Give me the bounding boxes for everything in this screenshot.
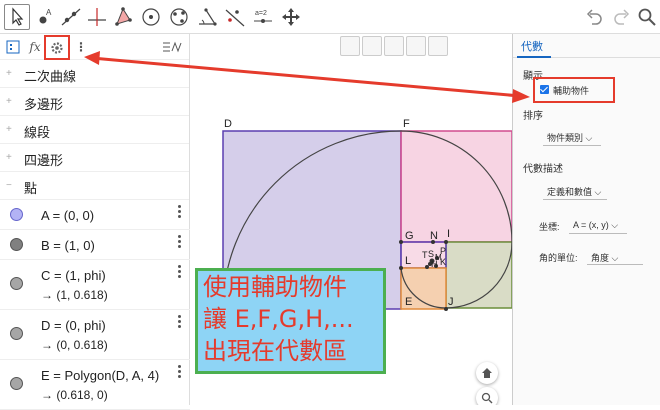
- undo-icon[interactable]: [584, 6, 606, 28]
- point-tool-icon[interactable]: A: [32, 4, 58, 30]
- label-f: F: [403, 118, 410, 130]
- graphics-gear-icon[interactable]: [428, 36, 448, 56]
- category-quadrilateral[interactable]: + 四邊形: [0, 144, 189, 172]
- aux-objects-label: 輔助物件: [553, 86, 590, 96]
- square-polygon-3[interactable]: [445, 241, 512, 309]
- visibility-toggle[interactable]: [10, 238, 23, 251]
- annotation-callout: 使用輔助物件 讓 E,F,G,H,... 出現在代數區: [195, 268, 386, 374]
- coord-label: 坐標:: [539, 222, 560, 232]
- category-conic[interactable]: + 二次曲線: [0, 60, 189, 88]
- visibility-toggle[interactable]: [10, 208, 23, 221]
- polygon-tool-icon[interactable]: [110, 4, 136, 30]
- angle-unit-dropdown[interactable]: 角度: [591, 251, 618, 264]
- list-item[interactable]: C = (1, phi) → (1, 0.618): [0, 260, 190, 310]
- algebra-view: fx ⋮ + 二次曲線 + 多邊形 + 線段 + 四邊形 − 點 A = (0, 0) B…: [0, 34, 190, 410]
- angle-unit-underline: [587, 264, 643, 265]
- svg-text:A: A: [46, 8, 52, 17]
- category-segment[interactable]: + 線段: [0, 116, 189, 144]
- label-e: E: [405, 296, 412, 308]
- square-polygon-2[interactable]: [400, 130, 512, 243]
- angle-tool-icon[interactable]: [194, 4, 220, 30]
- graphics-close-icon[interactable]: [458, 36, 478, 56]
- point-l[interactable]: [399, 266, 403, 270]
- menu-dots-icon[interactable]: ⋮: [72, 38, 90, 56]
- visibility-toggle[interactable]: [10, 277, 23, 290]
- item-menu-icon[interactable]: [178, 314, 182, 330]
- reflect-tool-icon[interactable]: [222, 4, 248, 30]
- slider-tool-icon[interactable]: a=2: [250, 4, 276, 30]
- label-style-icon[interactable]: [406, 36, 426, 56]
- item-menu-icon[interactable]: [178, 234, 182, 250]
- list-item[interactable]: E = Polygon(D, A, 4) → (0.618, 0): [0, 360, 190, 410]
- category-label: 四邊形: [24, 153, 64, 168]
- visibility-toggle[interactable]: [10, 327, 23, 340]
- main-toolbar: A a=2: [0, 0, 660, 34]
- graphics-menu-icon[interactable]: [450, 36, 456, 56]
- callout-line-2: 讓 E,F,G,H,...: [203, 305, 354, 333]
- aux-objects-checkbox[interactable]: [540, 85, 549, 94]
- svg-text:a=2: a=2: [255, 10, 267, 17]
- point-t[interactable]: [425, 265, 429, 269]
- graph-icon[interactable]: [160, 38, 184, 56]
- label-l: L: [405, 255, 411, 267]
- item-menu-icon[interactable]: [178, 264, 182, 280]
- zoom-in-icon[interactable]: [476, 387, 498, 405]
- label-n: N: [430, 230, 438, 242]
- label-t: T: [422, 250, 428, 260]
- algebra-header: fx ⋮: [0, 34, 189, 60]
- point-i[interactable]: [444, 240, 448, 244]
- grid-toggle-icon[interactable]: [362, 36, 382, 56]
- callout-line-1: 使用輔助物件: [203, 273, 347, 301]
- category-label: 線段: [24, 125, 51, 140]
- line-tool-icon[interactable]: [58, 4, 84, 30]
- label-j: J: [448, 296, 454, 308]
- sort-header: 排序: [523, 111, 543, 122]
- label-i: I: [447, 228, 450, 240]
- list-item[interactable]: B = (1, 0): [0, 230, 190, 260]
- coord-dropdown[interactable]: A = (x, y): [573, 220, 618, 231]
- category-label: 多邊形: [24, 97, 64, 112]
- move-tool-icon[interactable]: [4, 4, 30, 30]
- algebra-settings-panel: 代數 顯示 輔助物件 排序 物件類別 代數描述 定義和數值 坐標: A = (x…: [512, 34, 660, 405]
- category-label: 二次曲線: [24, 69, 77, 84]
- list-item[interactable]: A = (0, 0): [0, 200, 190, 230]
- description-header: 代數描述: [523, 164, 563, 175]
- label-s: S: [428, 249, 434, 259]
- visibility-toggle[interactable]: [10, 377, 23, 390]
- move-view-tool-icon[interactable]: [278, 4, 304, 30]
- home-view-icon[interactable]: [384, 36, 404, 56]
- sort-icon[interactable]: [4, 38, 22, 56]
- angle-unit-label: 角的單位:: [539, 253, 578, 263]
- sort-underline: [543, 145, 601, 146]
- sort-dropdown[interactable]: 物件類別: [547, 131, 592, 144]
- search-icon[interactable]: [636, 6, 658, 28]
- description-dropdown[interactable]: 定義和數值: [547, 185, 601, 198]
- tab-algebra[interactable]: 代數: [513, 34, 660, 58]
- label-m: M: [435, 253, 442, 262]
- item-menu-icon[interactable]: [178, 364, 182, 380]
- circle-tool-icon[interactable]: [138, 4, 164, 30]
- redo-icon[interactable]: [610, 6, 632, 28]
- conic-tool-icon[interactable]: [166, 4, 192, 30]
- gear-icon[interactable]: [48, 39, 66, 57]
- category-polygon[interactable]: + 多邊形: [0, 88, 189, 116]
- label-d: D: [224, 118, 232, 130]
- callout-line-3: 出現在代數區: [203, 337, 347, 365]
- label-g: G: [405, 230, 414, 242]
- category-point[interactable]: − 點: [0, 172, 189, 200]
- description-underline: [543, 199, 607, 200]
- list-item[interactable]: D = (0, phi) → (0, 0.618): [0, 310, 190, 360]
- input-function-icon[interactable]: fx: [26, 38, 44, 56]
- point-g[interactable]: [399, 240, 403, 244]
- home-zoom-icon[interactable]: [476, 362, 498, 384]
- graphics-style-bar: [340, 36, 478, 58]
- axes-toggle-icon[interactable]: [340, 36, 360, 56]
- perpendicular-tool-icon[interactable]: [84, 4, 110, 30]
- coord-underline: [569, 233, 627, 234]
- category-label: 點: [24, 181, 38, 196]
- item-menu-icon[interactable]: [178, 204, 182, 220]
